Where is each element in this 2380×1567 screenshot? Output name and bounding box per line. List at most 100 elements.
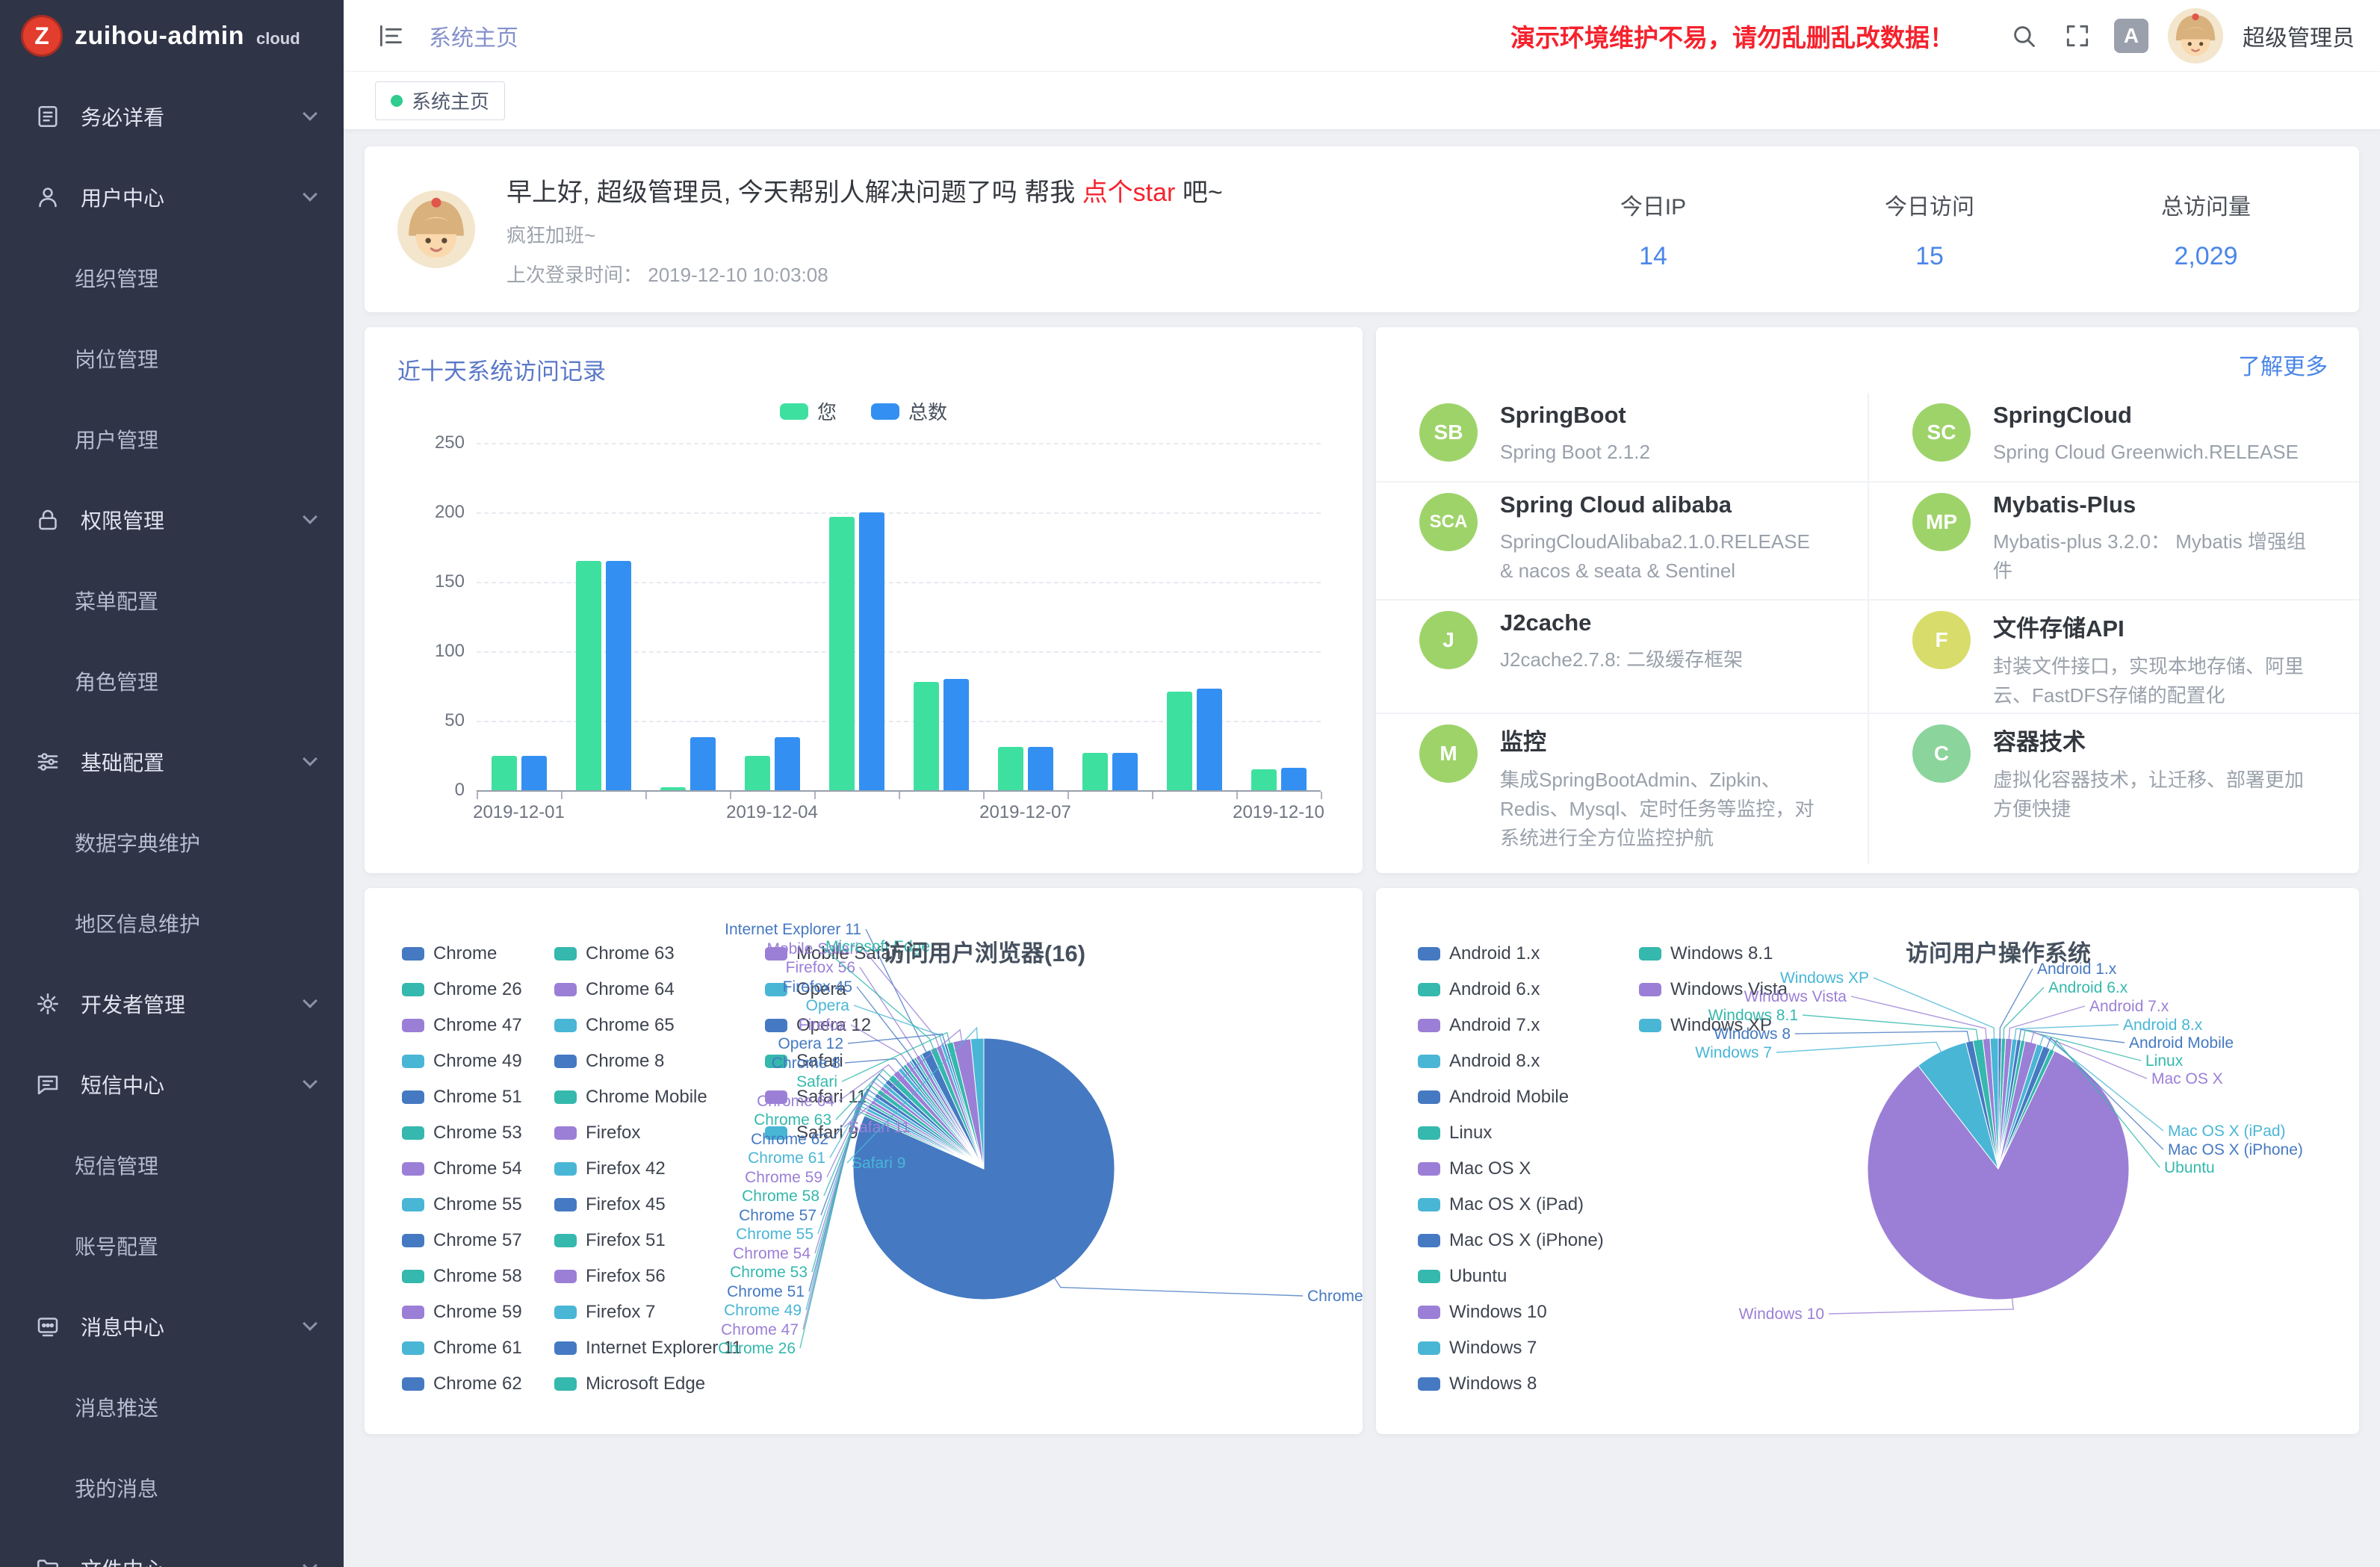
sidebar-subitem[interactable]: 账号配置: [0, 1205, 344, 1286]
collapse-menu-icon[interactable]: [374, 19, 408, 53]
feature-item[interactable]: F文件存储API封装文件接口，实现本地存储、阿里云、FastDFS存储的配置化: [1868, 601, 2359, 714]
feature-item[interactable]: JJ2cacheJ2cache2.7.8: 二级缓存框架: [1376, 601, 1868, 714]
pie-callout-label: Chrome 51: [727, 1283, 805, 1300]
message-icon: [34, 1313, 61, 1340]
pie-callout-label: Chrome 62: [751, 1131, 828, 1148]
feature-title: 容器技术: [1993, 723, 2317, 757]
x-axis-tick: [1067, 792, 1069, 799]
pie-callout-label: Chrome 58: [742, 1188, 819, 1205]
feature-text: 监控集成SpringBootAdmin、Zipkin、Redis、Mysql、定…: [1500, 723, 1826, 853]
pie-callout-line: [2015, 1025, 2119, 1040]
sidebar-subitem[interactable]: 我的消息: [0, 1447, 344, 1528]
fullscreen-icon[interactable]: [2060, 19, 2095, 53]
pie-callout-label: Android Mobile: [2129, 1034, 2234, 1052]
breadcrumb[interactable]: 系统主页: [429, 19, 518, 52]
last-login: 上次登录时间： 2019-12-10 10:03:08: [506, 260, 1223, 288]
pie-callout-label: Windows 8: [1714, 1025, 1791, 1043]
sidebar-item-label: 短信中心: [81, 1070, 164, 1099]
bar-您: [745, 756, 770, 791]
pie-callout-line: [1776, 1042, 1942, 1052]
sidebar-subitem[interactable]: 角色管理: [0, 641, 344, 722]
feature-item[interactable]: SBSpringBootSpring Boot 2.1.2: [1376, 393, 1868, 482]
greeting-prefix: 早上好, 超级管理员, 今天帮别人解决问题了吗 帮我: [506, 179, 1082, 207]
feature-title: 监控: [1500, 723, 1826, 757]
feature-item[interactable]: SCSpringCloudSpring Cloud Greenwich.RELE…: [1868, 393, 2359, 482]
feature-badge: SC: [1912, 403, 1971, 462]
pie-callout-label: Safari 11: [849, 1119, 911, 1136]
charts-row: 近十天系统访问记录 您总数 0501001502002502019-12-012…: [365, 327, 2359, 873]
search-icon[interactable]: [2006, 19, 2041, 53]
sidebar-item-2[interactable]: 权限管理: [0, 480, 344, 560]
sidebar-item-6[interactable]: 消息中心: [0, 1286, 344, 1367]
app-logo[interactable]: Z zuihou-admin cloud: [0, 0, 344, 72]
feature-item[interactable]: M监控集成SpringBootAdmin、Zipkin、Redis、Mysql、…: [1376, 714, 1868, 863]
x-axis-label: 2019-12-10: [1197, 802, 1361, 823]
feature-text: Mybatis-PlusMybatis-plus 3.2.0： Mybatis …: [1993, 491, 2317, 586]
sidebar-item-5[interactable]: 短信中心: [0, 1044, 344, 1125]
feature-item[interactable]: C容器技术虚拟化容器技术，让迁移、部署更加方便快捷: [1868, 714, 2359, 863]
pie-callout-label: Safari: [796, 1073, 837, 1090]
bar-总数: [1028, 747, 1053, 790]
feature-text: J2cacheJ2cache2.7.8: 二级缓存框架: [1500, 609, 1743, 674]
fontsize-icon[interactable]: A: [2114, 19, 2148, 53]
features-grid: SBSpringBootSpring Boot 2.1.2SCSpringClo…: [1376, 393, 2359, 863]
bar-总数: [775, 737, 800, 790]
sidebar-item-1[interactable]: 用户中心: [0, 157, 344, 238]
sidebar-subitem[interactable]: 组织管理: [0, 238, 344, 318]
pie-callout-line: [1803, 1015, 1978, 1040]
last-login-label: 上次登录时间：: [506, 264, 642, 286]
greeting-card: 早上好, 超级管理员, 今天帮别人解决问题了吗 帮我 点个star 吧~ 疯狂加…: [365, 146, 2359, 312]
sidebar-subitem[interactable]: 菜单配置: [0, 560, 344, 641]
sidebar-subitem[interactable]: 地区信息维护: [0, 883, 344, 964]
sidebar-item-7[interactable]: 文件中心: [0, 1528, 344, 1567]
browser-pie-chart: Internet Explorer 11Mobile SafariFirefox…: [365, 888, 1363, 1434]
pie-callout-label: Chrome 57: [739, 1207, 816, 1224]
pies-row: ChromeChrome 26Chrome 47Chrome 49Chrome …: [365, 888, 2359, 1434]
learn-more-link[interactable]: 了解更多: [2238, 348, 2328, 381]
sidebar-subitem-label: 短信管理: [75, 1150, 158, 1180]
pie-callout-label: Windows 8.1: [1708, 1007, 1798, 1024]
stats-row: 今日IP14今日访问15总访问量2,029: [1590, 188, 2359, 271]
tab-label: 系统主页: [412, 87, 489, 114]
sidebar-subitem[interactable]: 岗位管理: [0, 318, 344, 399]
sidebar-subitem[interactable]: 用户管理: [0, 399, 344, 480]
pie-callout-label: Android 6.x: [2048, 979, 2128, 996]
sidebar-subitem[interactable]: 消息推送: [0, 1367, 344, 1447]
sidebar-item-0[interactable]: 务必详看: [0, 76, 344, 157]
pie-callout-label: Windows 7: [1695, 1044, 1772, 1061]
x-axis-label: 2019-12-04: [690, 802, 855, 823]
stat-block: 总访问量2,029: [2142, 188, 2269, 271]
bar-您: [492, 756, 517, 791]
pie-callout-label: Ubuntu: [2164, 1159, 2215, 1176]
pie-callout-label: Chrome 8: [772, 1055, 840, 1072]
sidebar-subitem[interactable]: 数据字典维护: [0, 802, 344, 883]
stat-label: 今日IP: [1590, 188, 1717, 221]
app-title-suffix: cloud: [256, 29, 300, 49]
sidebar-item-4[interactable]: 开发者管理: [0, 964, 344, 1044]
feature-item[interactable]: MPMybatis-PlusMybatis-plus 3.2.0： Mybati…: [1868, 482, 2359, 601]
pie-callout-label: Chrome 59: [745, 1169, 822, 1186]
user-avatar[interactable]: [2168, 8, 2223, 63]
pie-callout-label: Opera 12: [778, 1035, 843, 1052]
tab-bar: 系统主页: [344, 72, 2380, 130]
feature-item[interactable]: SCASpring Cloud alibabaSpringCloudAlibab…: [1376, 482, 1868, 601]
sidebar-item-3[interactable]: 基础配置: [0, 722, 344, 802]
pie-callout-label: Windows Vista: [1744, 988, 1847, 1005]
stat-value[interactable]: 2,029: [2142, 242, 2269, 271]
username[interactable]: 超级管理员: [2243, 19, 2355, 52]
chevron-down-icon: [303, 509, 317, 524]
pie-callout-label: Chrome 26: [718, 1340, 796, 1357]
stat-value[interactable]: 15: [1866, 242, 1993, 271]
tab-home[interactable]: 系统主页: [375, 81, 505, 120]
bar-您: [576, 561, 601, 790]
star-link[interactable]: 点个star: [1082, 179, 1176, 207]
stat-value[interactable]: 14: [1590, 242, 1717, 271]
sidebar-subitem-label: 账号配置: [75, 1231, 158, 1261]
app-title: zuihou-admin: [75, 22, 244, 51]
pie-callout-line: [2019, 1029, 2125, 1043]
sidebar-subitem[interactable]: 短信管理: [0, 1125, 344, 1205]
y-axis-label: 0: [405, 780, 465, 801]
sidebar-subitem-label: 我的消息: [75, 1473, 158, 1503]
sidebar-item-label: 基础配置: [81, 747, 164, 777]
pie-callout-label: Firefox 56: [786, 959, 855, 976]
